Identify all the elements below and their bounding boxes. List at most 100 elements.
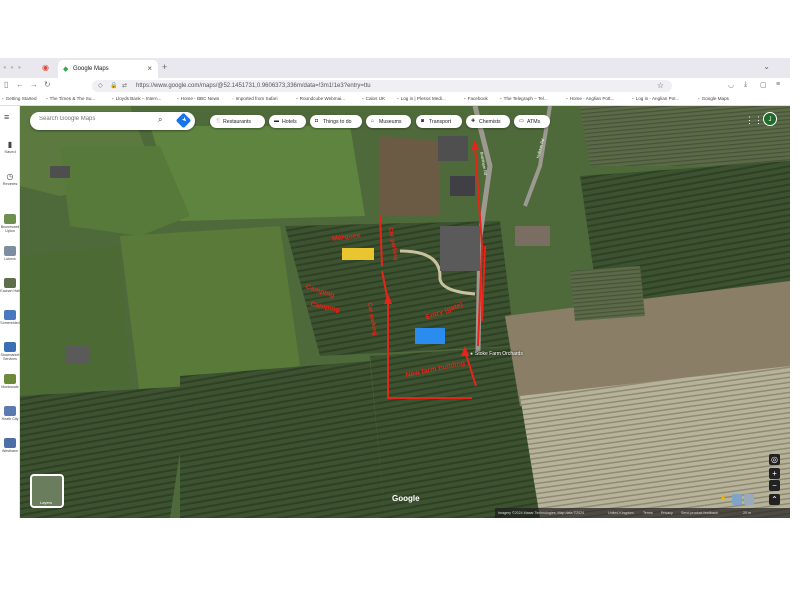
tab-google-maps[interactable]: ◆ Google Maps × [58, 60, 158, 78]
place-thumbnail [4, 342, 16, 352]
chip-label: Restaurants [223, 119, 251, 125]
zoom-in-button[interactable]: + [769, 468, 780, 479]
address-bar[interactable]: ◇ 🔒 ⇄ https://www.google.com/maps/@52.14… [92, 80, 672, 92]
recent-place[interactable]: Stowmarket Services [0, 342, 20, 361]
bookmark-item[interactable]: ▪ Facebook [464, 96, 488, 101]
bookmark-icon: ▮ [7, 140, 13, 149]
place-thumbnail [4, 374, 16, 384]
chip-atms[interactable]: ▭ ATMs [514, 115, 550, 128]
scale-bar[interactable]: 20 m [743, 511, 751, 515]
hamburger-menu-icon[interactable]: ≡ [4, 112, 9, 122]
google-logo: Google [392, 494, 420, 503]
recents-label: Recents [2, 181, 18, 186]
recent-place[interactable]: Monksvale [0, 374, 20, 389]
street-view-pegman-icon[interactable]: ♟ [720, 494, 726, 502]
chip-transport[interactable]: ◙ Transport [416, 115, 462, 128]
bookmark-star-icon[interactable]: ☆ [657, 81, 664, 90]
tab-list-chevron-icon[interactable]: ⌄ [763, 62, 770, 71]
bookmark-item[interactable]: ▪ Calos UK [362, 96, 385, 101]
imagery-thumbnail[interactable] [744, 494, 754, 505]
permissions-icon[interactable]: ⇄ [122, 82, 127, 89]
forward-icon[interactable]: → [30, 80, 38, 89]
browser-window: ● ● ● ◉ ◆ Google Maps × + ⌄ ▯ ← → ↻ ◇ 🔒 … [0, 58, 790, 518]
bookmark-item[interactable]: ▪ Log in | Plesos Medi... [397, 96, 446, 101]
google-icon: ▪ [698, 96, 700, 101]
recent-place[interactable]: Eachan Hall [0, 278, 20, 293]
place-thumbnail [4, 406, 16, 416]
chip-hotels[interactable]: ▬ Hotels [269, 115, 306, 128]
my-location-icon[interactable]: ◎ [769, 454, 780, 465]
zoom-out-button[interactable]: − [769, 480, 780, 491]
bookmark-item[interactable]: ▪ Roundcube Webmai... [296, 96, 345, 101]
bookmark-label: The Times & The Su... [49, 96, 96, 101]
transport-icon: ◙ [421, 118, 425, 124]
recent-place[interactable]: Lubeck [0, 246, 20, 261]
feedback-link[interactable]: Send product feedback [681, 511, 718, 515]
back-icon[interactable]: ← [16, 80, 24, 89]
terms-link[interactable]: Terms [643, 511, 653, 515]
menu-icon[interactable]: ≡ [776, 81, 780, 88]
recent-place[interactable]: Heath City [0, 406, 20, 421]
place-label: Eachan Hall [0, 289, 20, 293]
chip-chemists[interactable]: ✚ Chemists [466, 115, 510, 128]
window-controls[interactable]: ● ● ● [3, 65, 22, 71]
lock-icon[interactable]: 🔒 [110, 82, 117, 89]
bookmark-item[interactable]: ▪ The Times & The Su... [46, 96, 95, 101]
street-view-thumbnail[interactable] [732, 494, 742, 505]
bookmark-item[interactable]: ▪ Home - Anglian Pott... [566, 96, 614, 101]
bookmark-item[interactable]: ▪ Google Maps [698, 96, 729, 101]
recent-place[interactable]: Somerelded [0, 310, 20, 325]
account-avatar[interactable]: J [763, 112, 777, 126]
bookmark-label: Calos UK [365, 96, 386, 101]
pinned-tab-icon[interactable]: ◉ [42, 63, 52, 73]
satellite-map[interactable]: ⌕ ➤ 🍴Restaurants ▬Hotels ◘ Things to do ⌂… [20, 106, 790, 518]
pocket-icon[interactable]: ◡ [728, 81, 734, 89]
satellite-imagery[interactable] [20, 106, 790, 518]
bookmark-label: Getting Started [5, 96, 37, 101]
chip-things-to-do[interactable]: ◘ Things to do [310, 115, 362, 128]
bookmark-label: The Telegraph – Tel... [503, 96, 548, 101]
bookmark-label: Log in | Plesos Medi... [400, 96, 446, 101]
search-input[interactable] [39, 116, 149, 122]
sidebar-toggle-icon[interactable]: ▯ [4, 80, 8, 89]
saved-label: Saved [4, 149, 16, 154]
chemist-icon: ✚ [471, 118, 476, 124]
shield-icon[interactable]: ◇ [98, 82, 103, 89]
chip-label: ATMs [527, 119, 541, 125]
recents-button[interactable]: ◷ Recents [0, 172, 20, 186]
chip-restaurants[interactable]: 🍴 Restaurants [210, 115, 265, 128]
recent-place[interactable]: Westhann [0, 438, 20, 453]
atm-icon: ▭ [519, 118, 524, 124]
facebook-icon: ▪ [464, 96, 466, 101]
bookmark-item[interactable]: ▪ Getting Started [2, 96, 37, 101]
search-icon[interactable]: ⌕ [158, 115, 162, 125]
bookmark-item[interactable]: ▫ Imported from Safari [232, 96, 278, 101]
marquee-area [342, 248, 374, 260]
bookmark-item[interactable]: ▪ The Telegraph – Tel... [500, 96, 548, 101]
place-label: Bromeswell Upton [0, 225, 20, 233]
place-marker[interactable]: ● Stoke Farm Orchards [470, 351, 523, 357]
directions-icon[interactable]: ➤ [175, 112, 192, 129]
search-box[interactable]: ⌕ ➤ [30, 112, 195, 130]
bookmark-label: Log in - Anglian Pot... [635, 96, 680, 101]
downloads-icon[interactable]: ⤓ [744, 81, 747, 89]
bookmark-item[interactable]: ▪ Log in - Anglian Pot... [632, 96, 679, 101]
url-text[interactable]: https://www.google.com/maps/@52.1451731,… [136, 83, 371, 89]
saved-button[interactable]: ▮ Saved [0, 140, 20, 154]
reload-icon[interactable]: ↻ [44, 80, 51, 89]
attribution-country[interactable]: United Kingdom [608, 511, 634, 515]
place-label: Somerelded [0, 321, 20, 325]
chip-museums[interactable]: ⌂ Museums [366, 115, 411, 128]
privacy-link[interactable]: Privacy [661, 511, 673, 515]
bookmark-item[interactable]: ▪ Home - BBC News [177, 96, 219, 101]
close-tab-icon[interactable]: × [147, 64, 152, 73]
expand-icon[interactable]: ⌃ [769, 494, 780, 505]
history-icon: ◷ [6, 172, 14, 181]
extensions-icon[interactable]: ▢ [760, 81, 767, 89]
place-thumbnail [4, 438, 16, 448]
recent-place[interactable]: Bromeswell Upton [0, 214, 20, 233]
bookmark-item[interactable]: ▪ Lloyds Bank – Intern... [112, 96, 161, 101]
layers-button[interactable]: Layers [30, 474, 64, 508]
place-label: Westhann [1, 449, 19, 453]
new-tab-button[interactable]: + [162, 62, 167, 72]
